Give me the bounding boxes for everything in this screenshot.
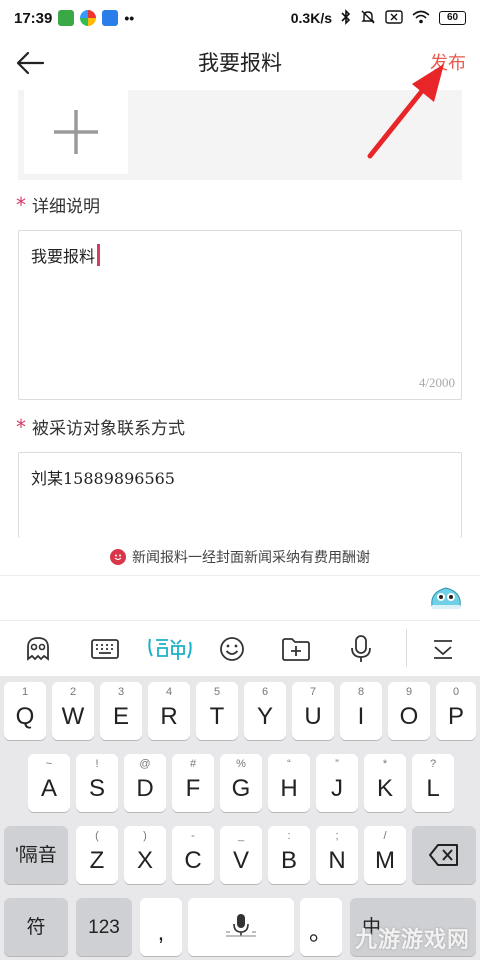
mute-bell-icon (360, 9, 376, 28)
contact-label-row: * 被采访对象联系方式 (16, 414, 185, 440)
backspace-key[interactable] (412, 826, 476, 884)
keyboard-icon (91, 639, 119, 659)
key-f[interactable]: # F (172, 754, 214, 812)
key-y[interactable]: 6Y (244, 682, 286, 740)
key-a[interactable]: ~ A (28, 754, 70, 812)
period-key[interactable]: 。 (300, 898, 342, 956)
bluetooth-icon (341, 8, 351, 28)
more-notifications-icon: •• (124, 10, 135, 26)
char-counter: 4/2000 (418, 375, 455, 390)
add-image-button[interactable] (24, 90, 128, 174)
separator-key[interactable]: '隔音 (4, 826, 68, 884)
emoji-icon (220, 637, 244, 661)
status-bar: 17:39 •• 0.3K/s 60 (0, 0, 480, 36)
details-label-row: * 详细说明 (16, 192, 100, 218)
clipboard-folder-button[interactable] (278, 631, 314, 667)
key-v[interactable]: _ V (220, 826, 262, 884)
key-o[interactable]: 9O (388, 682, 430, 740)
skin-mascot-button[interactable] (20, 631, 56, 667)
smile-icon (110, 548, 126, 565)
notice-text: 新闻报料一经封面新闻采纳有费用酬谢 (132, 549, 370, 566)
comma-key[interactable]: , (140, 898, 182, 956)
key-j[interactable]: ” J (316, 754, 358, 812)
yudan-button[interactable] (147, 631, 193, 667)
space-key[interactable] (188, 898, 294, 956)
no-sim-icon (385, 9, 403, 27)
key-r[interactable]: 4R (148, 682, 190, 740)
cloud-app-icon (102, 10, 119, 26)
clock: 17:39 (14, 9, 53, 27)
net-speed: 0.3K/s (290, 10, 332, 26)
status-left: 17:39 •• (14, 10, 134, 27)
battery-indicator: 60 (439, 11, 466, 25)
yudan-icon (148, 638, 192, 660)
contact-content: 刘某15889896565 (31, 465, 175, 489)
key-z[interactable]: (Z (76, 826, 118, 884)
plus-icon (54, 110, 98, 154)
details-text: 我要报料 (31, 247, 96, 266)
key-c[interactable]: -C (172, 826, 214, 884)
message-app-icon (58, 10, 75, 26)
keyboard-switch-button[interactable] (87, 631, 123, 667)
details-label: 详细说明 (32, 197, 100, 217)
wifi-icon (412, 10, 430, 27)
collapse-keyboard-icon (434, 640, 452, 659)
key-d[interactable]: @ D (124, 754, 166, 812)
details-textarea[interactable]: 我要报料 4/2000 (18, 230, 462, 400)
key-g[interactable]: % G (220, 754, 262, 812)
key-i[interactable]: 8I (340, 682, 382, 740)
key-q[interactable]: 1Q (4, 682, 46, 740)
key-w[interactable]: 2W (52, 682, 94, 740)
key-n[interactable]: ; N (316, 826, 358, 884)
key-k[interactable]: * K (364, 754, 406, 812)
contact-textarea[interactable]: 刘某15889896565 (18, 452, 462, 538)
key-u[interactable]: 7U (292, 682, 334, 740)
space-mic-icon (226, 914, 256, 937)
details-content: 我要报料 (31, 243, 101, 267)
mascot-face-icon (27, 637, 49, 661)
key-e[interactable]: 3E (100, 682, 142, 740)
key-l[interactable]: ? L (412, 754, 454, 812)
annotation-arrow-icon (367, 64, 444, 159)
symbol-key[interactable]: 符 (4, 898, 68, 956)
ime-toolbar (0, 620, 480, 676)
photos-app-icon (80, 10, 97, 26)
number-key[interactable]: 123 (76, 898, 132, 956)
key-t[interactable]: 5T (196, 682, 238, 740)
key-h[interactable]: “H (268, 754, 310, 812)
key-m[interactable]: / M (364, 826, 406, 884)
key-x[interactable]: ) X (124, 826, 166, 884)
reward-notice: 新闻报料一经封面新闻采纳有费用酬谢 (0, 538, 480, 576)
emoji-button[interactable] (214, 631, 250, 667)
text-cursor (97, 244, 101, 266)
voice-input-button[interactable] (343, 631, 379, 667)
key-s[interactable]: ! S (76, 754, 118, 812)
status-right: 0.3K/s 60 (290, 8, 466, 28)
collapse-keyboard-button[interactable] (425, 631, 461, 667)
required-mark: * (16, 192, 26, 217)
contact-label: 被采访对象联系方式 (32, 419, 185, 439)
watermark: 九游游戏网 (354, 928, 470, 953)
contact-text: 刘某15889896565 (31, 469, 175, 488)
soft-keyboard: 1Q 2W 3E 4R 5T 6Y 7U 8I 9O 0P ~ A ! S @ D #… (0, 676, 480, 960)
backspace-icon (429, 844, 458, 866)
required-mark: * (16, 414, 26, 439)
key-p[interactable]: 0P (436, 682, 476, 740)
microphone-icon (351, 635, 371, 662)
folder-plus-icon (282, 638, 310, 661)
keyboard-mascot-icon[interactable] (428, 584, 464, 614)
toolbar-divider (406, 629, 407, 667)
key-b[interactable]: :B (268, 826, 310, 884)
